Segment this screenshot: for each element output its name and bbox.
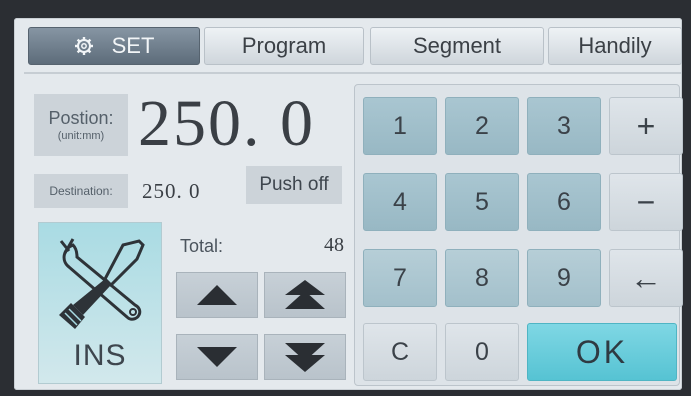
position-label-box: Postion: (unit:mm) [34, 94, 128, 156]
triangle-down-icon [197, 347, 237, 367]
key-2[interactable]: 2 [445, 97, 519, 155]
total-label: Total: [180, 236, 224, 256]
key-5[interactable]: 5 [445, 173, 519, 231]
position-value: 250. 0 [138, 87, 315, 160]
push-off-button[interactable]: Push off [246, 166, 342, 204]
ins-label: INS [73, 339, 127, 372]
tab-set-label: SET [111, 33, 155, 58]
numeric-keypad: 1 2 3 + 4 5 6 − 7 8 9 ← C 0 OK [354, 84, 683, 386]
tab-program[interactable]: Program [204, 27, 364, 65]
key-9[interactable]: 9 [527, 249, 601, 307]
fast-down-button[interactable] [264, 334, 346, 380]
tab-program-label: Program [241, 33, 327, 58]
double-triangle-down-icon [285, 343, 325, 372]
key-7[interactable]: 7 [363, 249, 437, 307]
key-4[interactable]: 4 [363, 173, 437, 231]
key-backspace[interactable]: ← [609, 249, 683, 307]
tab-handily-label: Handily [578, 33, 652, 58]
key-3[interactable]: 3 [527, 97, 601, 155]
tab-segment-label: Segment [412, 33, 502, 58]
key-minus[interactable]: − [609, 173, 683, 231]
header-divider [24, 72, 682, 74]
up-button[interactable] [176, 272, 258, 318]
ok-button[interactable]: OK [527, 323, 677, 381]
triangle-up-icon [197, 285, 237, 305]
hmi-screen: SET Program Segment Handily Postion: (un… [14, 18, 683, 390]
tab-handily[interactable]: Handily [548, 27, 682, 65]
position-unit: (unit:mm) [57, 130, 105, 142]
double-triangle-up-icon [285, 280, 325, 309]
fast-up-button[interactable] [264, 272, 346, 318]
key-clear[interactable]: C [363, 323, 437, 381]
key-8[interactable]: 8 [445, 249, 519, 307]
key-0[interactable]: 0 [445, 323, 519, 381]
gear-icon [74, 37, 93, 55]
ins-button[interactable]: INS [38, 222, 162, 384]
key-6[interactable]: 6 [527, 173, 601, 231]
total-value: 48 [324, 234, 344, 256]
destination-value[interactable]: 250. 0 [142, 174, 232, 208]
key-plus[interactable]: + [609, 97, 683, 155]
key-1[interactable]: 1 [363, 97, 437, 155]
down-button[interactable] [176, 334, 258, 380]
tab-segment[interactable]: Segment [370, 27, 544, 65]
wrench-screwdriver-icon [59, 238, 145, 329]
position-label: Postion: [48, 108, 114, 128]
tab-set[interactable]: SET [28, 27, 200, 65]
destination-label: Destination: [34, 174, 128, 208]
